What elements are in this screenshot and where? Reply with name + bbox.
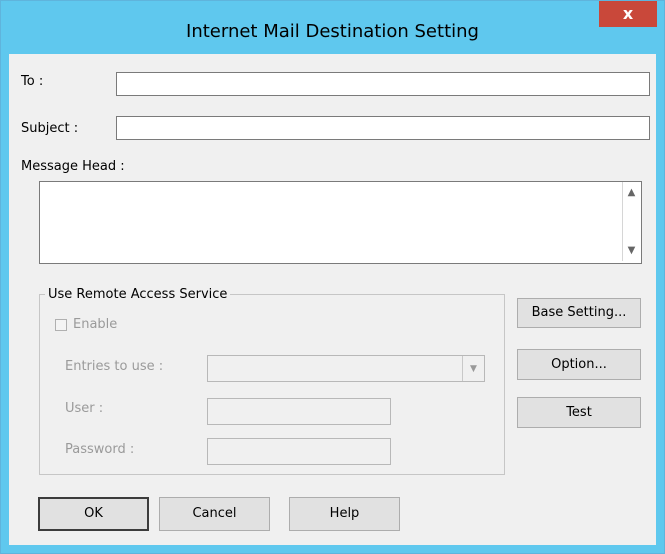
- remote-access-group-label: Use Remote Access Service: [45, 287, 231, 302]
- ok-button[interactable]: OK: [38, 497, 149, 531]
- message-head-textarea[interactable]: [39, 181, 642, 264]
- to-label: To :: [21, 74, 44, 89]
- dialog-window: Internet Mail Destination Setting x To :…: [0, 0, 665, 554]
- close-button[interactable]: x: [599, 1, 657, 27]
- enable-checkbox[interactable]: [55, 319, 67, 331]
- ok-label: OK: [84, 506, 103, 521]
- help-label: Help: [329, 506, 360, 521]
- dialog-body: To : Subject : Message Head : ▲ ▼ Use Re…: [9, 54, 656, 545]
- message-head-label: Message Head :: [21, 159, 125, 174]
- entries-label: Entries to use :: [65, 359, 164, 374]
- help-button[interactable]: Help: [289, 497, 400, 531]
- test-button[interactable]: Test: [517, 397, 641, 428]
- scroll-up-icon[interactable]: ▲: [623, 184, 640, 201]
- option-label: Option...: [551, 357, 607, 372]
- enable-label: Enable: [73, 317, 118, 332]
- user-label: User :: [65, 401, 104, 416]
- scroll-down-icon[interactable]: ▼: [623, 242, 640, 259]
- subject-input[interactable]: [116, 116, 650, 140]
- base-setting-button[interactable]: Base Setting...: [517, 298, 641, 328]
- chevron-down-icon[interactable]: ▼: [462, 356, 484, 381]
- test-label: Test: [566, 405, 592, 420]
- subject-label: Subject :: [21, 121, 79, 136]
- to-input[interactable]: [116, 72, 650, 96]
- entries-combobox[interactable]: ▼: [207, 355, 485, 382]
- option-button[interactable]: Option...: [517, 349, 641, 380]
- message-head-scrollbar[interactable]: ▲ ▼: [622, 182, 640, 261]
- title-bar[interactable]: Internet Mail Destination Setting x: [1, 1, 664, 54]
- user-input[interactable]: [207, 398, 391, 425]
- dialog-title: Internet Mail Destination Setting: [186, 21, 479, 42]
- cancel-button[interactable]: Cancel: [159, 497, 270, 531]
- password-label: Password :: [65, 442, 135, 457]
- base-setting-label: Base Setting...: [531, 305, 627, 320]
- password-input[interactable]: [207, 438, 391, 465]
- cancel-label: Cancel: [192, 506, 237, 521]
